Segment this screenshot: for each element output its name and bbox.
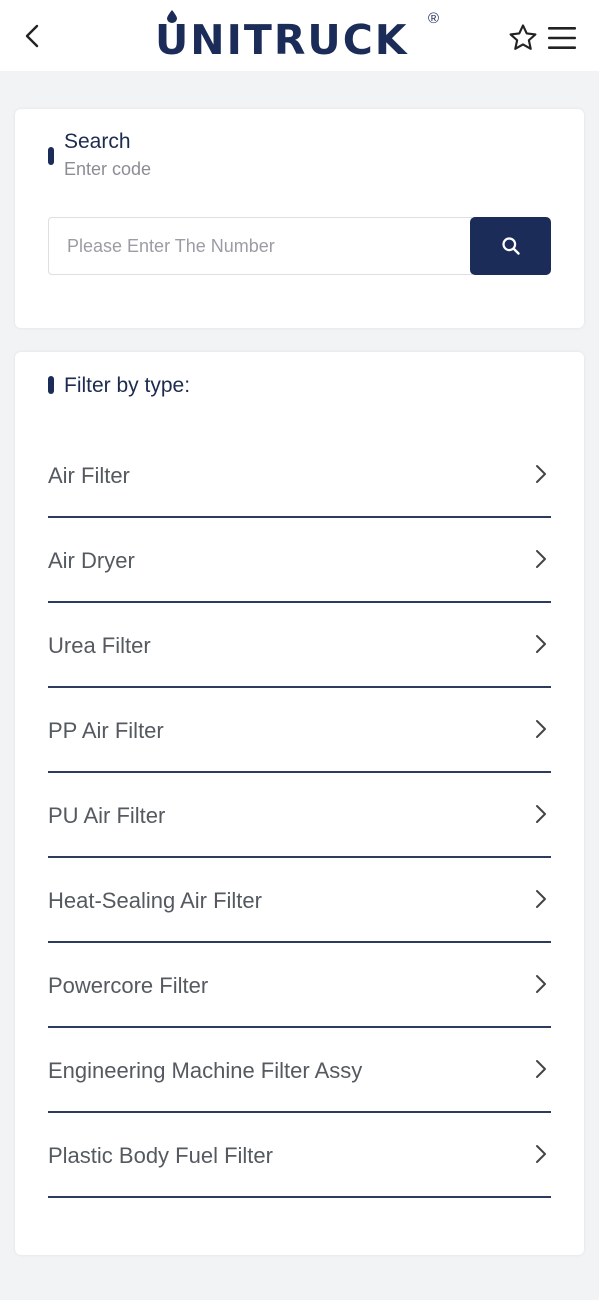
filter-item-label: PU Air Filter: [48, 803, 166, 828]
search-button[interactable]: [470, 217, 551, 275]
filter-item-label: PP Air Filter: [48, 718, 164, 743]
filter-item-label: Heat-Sealing Air Filter: [48, 888, 262, 913]
chevron-right-icon: [536, 1145, 546, 1163]
filter-item[interactable]: Plastic Body Fuel Filter: [48, 1113, 551, 1198]
search-card: Search Enter code: [15, 109, 584, 328]
filter-item-label: Air Dryer: [48, 548, 135, 573]
filter-item-label: Air Filter: [48, 463, 130, 488]
chevron-right-icon: [536, 890, 546, 908]
filter-item-label: Powercore Filter: [48, 973, 209, 998]
filter-type-list: Air Filter Air Dryer Urea Filter PP Air …: [48, 433, 551, 1198]
filter-item-label: Engineering Machine Filter Assy: [48, 1058, 363, 1083]
favorite-button[interactable]: [506, 21, 540, 55]
chevron-right-icon: [536, 720, 546, 738]
chevron-right-icon: [536, 1060, 546, 1078]
filter-item[interactable]: PU Air Filter: [48, 773, 551, 858]
chevron-left-icon: [25, 24, 39, 48]
search-icon: [501, 237, 520, 255]
filter-item[interactable]: Heat-Sealing Air Filter: [48, 858, 551, 943]
logo-text: UNITRUCK: [155, 15, 409, 64]
filter-item-label: Urea Filter: [48, 633, 151, 658]
filter-item[interactable]: Air Dryer: [48, 518, 551, 603]
filter-item[interactable]: Powercore Filter: [48, 943, 551, 1028]
filter-title: Filter by type:: [64, 374, 191, 397]
filter-item-label: Plastic Body Fuel Filter: [48, 1143, 273, 1168]
star-outline-icon: [509, 24, 537, 50]
app-header: UNITRUCK ®: [0, 0, 599, 71]
water-drop-icon: [167, 10, 177, 23]
filter-item[interactable]: Engineering Machine Filter Assy: [48, 1028, 551, 1113]
filter-item[interactable]: Air Filter: [48, 433, 551, 518]
search-input[interactable]: [48, 217, 472, 275]
section-marker: [48, 147, 54, 165]
chevron-right-icon: [536, 635, 546, 653]
search-subtitle: Enter code: [64, 159, 152, 179]
chevron-right-icon: [536, 550, 546, 568]
search-title: Search: [64, 130, 131, 153]
menu-button[interactable]: [545, 21, 579, 55]
back-button[interactable]: [20, 22, 44, 50]
registered-mark: ®: [428, 10, 440, 27]
chevron-right-icon: [536, 465, 546, 483]
filter-item[interactable]: Urea Filter: [48, 603, 551, 688]
brand-logo[interactable]: UNITRUCK ®: [155, 8, 447, 66]
hamburger-menu-icon: [548, 27, 576, 49]
filter-card: Filter by type: Air Filter Air Dryer Ure…: [15, 352, 584, 1255]
chevron-right-icon: [536, 805, 546, 823]
filter-item[interactable]: PP Air Filter: [48, 688, 551, 773]
section-marker: [48, 376, 54, 394]
chevron-right-icon: [536, 975, 546, 993]
